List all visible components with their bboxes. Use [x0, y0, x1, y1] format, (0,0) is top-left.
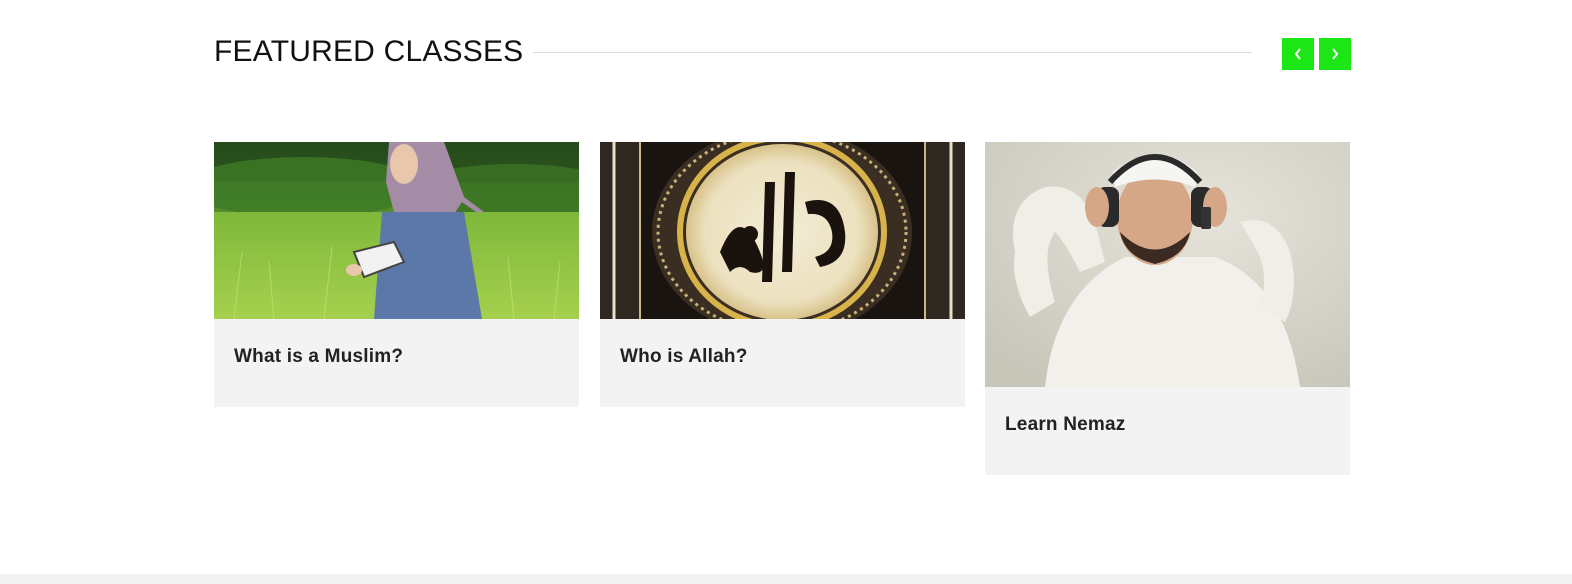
carousel-prev-button[interactable]: [1282, 38, 1314, 70]
footer-strip: [0, 574, 1572, 584]
section-title: FEATURED CLASSES: [214, 35, 524, 68]
header-divider: [533, 52, 1252, 53]
class-card-what-is-a-muslim[interactable]: What is a Muslim?: [214, 142, 579, 407]
class-thumbnail-image[interactable]: [985, 142, 1350, 387]
class-thumbnail-image[interactable]: [600, 142, 965, 319]
card-body: Who is Allah?: [600, 319, 965, 369]
carousel-next-button[interactable]: [1319, 38, 1351, 70]
class-card-learn-nemaz[interactable]: Learn Nemaz: [985, 142, 1350, 475]
page: FEATURED CLASSES What is a Muslim? Who i…: [0, 0, 1572, 584]
chevron-left-icon: [1294, 48, 1301, 60]
card-body: What is a Muslim?: [214, 319, 579, 369]
chevron-right-icon: [1332, 48, 1339, 60]
class-title[interactable]: Learn Nemaz: [1005, 387, 1330, 437]
card-body: Learn Nemaz: [985, 387, 1350, 437]
class-title[interactable]: What is a Muslim?: [234, 319, 559, 369]
class-title[interactable]: Who is Allah?: [620, 319, 945, 369]
class-thumbnail-image[interactable]: [214, 142, 579, 319]
class-card-who-is-allah[interactable]: Who is Allah?: [600, 142, 965, 407]
section-header: FEATURED CLASSES: [214, 30, 1352, 78]
